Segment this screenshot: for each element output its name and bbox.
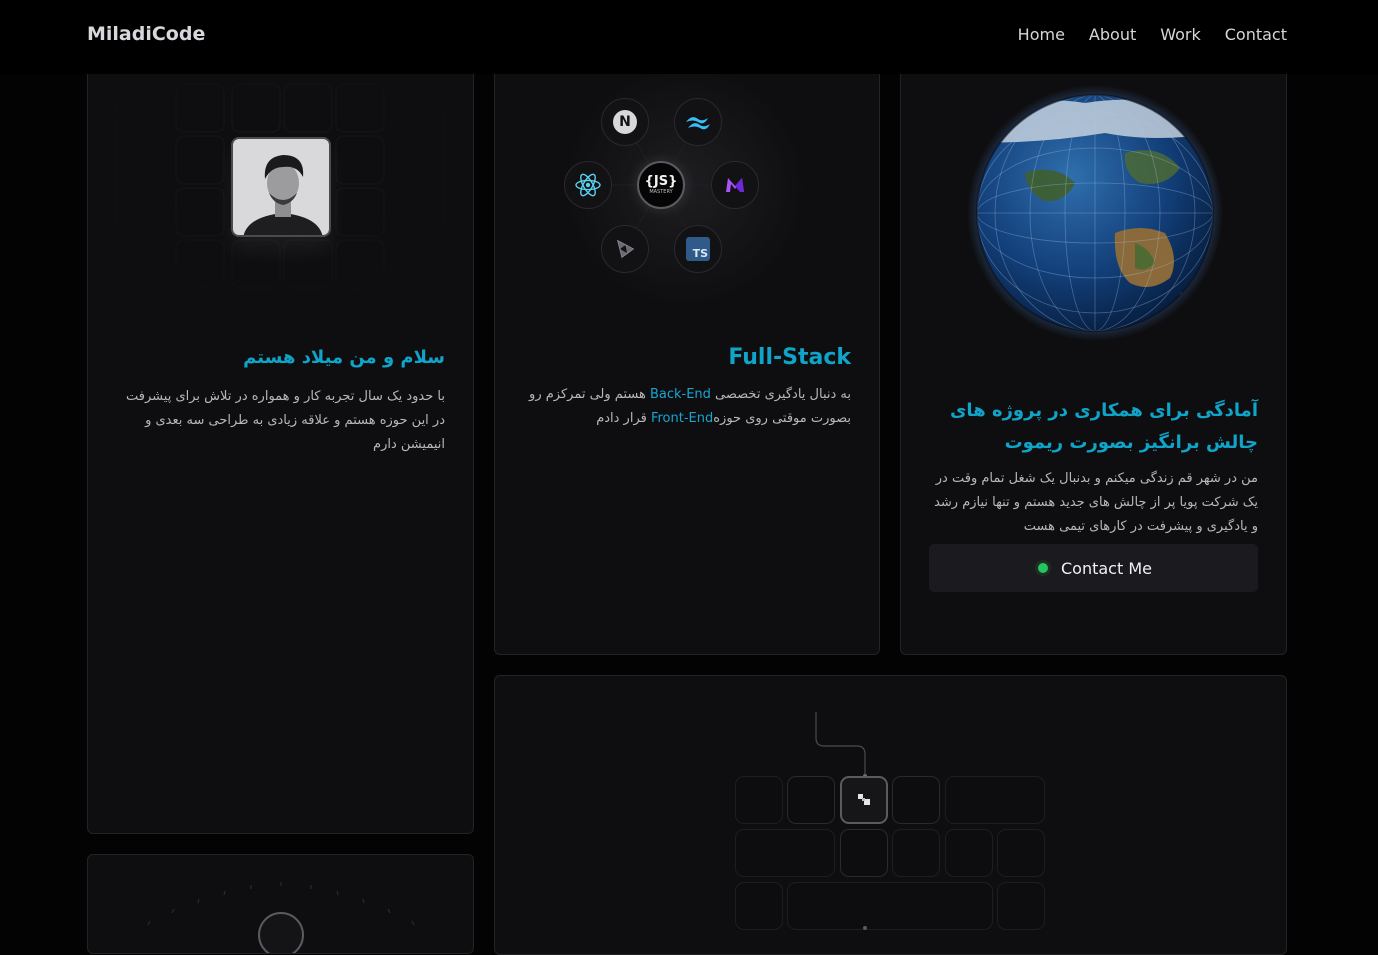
frontend-highlight: Front-End: [650, 411, 714, 426]
wire-connector: [815, 712, 867, 778]
jsmastery-icon: {JS} MASTERY: [637, 161, 685, 209]
stack-card: N {JS} MASTERY TS Full-Stack به دنبال یا…: [494, 20, 880, 655]
clock-card: [87, 854, 474, 954]
key-dot: [863, 926, 867, 930]
nav-links: Home About Work Contact: [1018, 25, 1287, 44]
nav-about-link[interactable]: About: [1089, 25, 1136, 44]
about-description: با حدود یک سال تجربه کار و همواره در تلا…: [126, 389, 445, 452]
avatar: [231, 137, 331, 237]
key-spacebar: [787, 882, 993, 930]
contact-me-label: Contact Me: [1061, 558, 1152, 578]
stack-title: Full-Stack: [728, 345, 851, 370]
react-icon: [564, 161, 612, 209]
site-logo[interactable]: MiladiCode: [87, 23, 205, 45]
key-active[interactable]: [840, 776, 888, 824]
key-wide: [735, 829, 835, 877]
key: [892, 776, 940, 824]
about-card: سلام و من میلاد هستم با حدود یک سال تجرب…: [87, 20, 474, 834]
key: [735, 776, 783, 824]
key: [840, 829, 888, 877]
remote-card: آمادگی برای همکاری در پروژه های چالش برا…: [900, 20, 1287, 655]
status-online-icon: [1035, 560, 1051, 576]
key: [945, 829, 993, 877]
nav-contact-link[interactable]: Contact: [1225, 25, 1287, 44]
top-navbar: MiladiCode Home About Work Contact: [0, 0, 1378, 74]
nextjs-icon: N: [601, 98, 649, 146]
contact-me-button[interactable]: Contact Me: [929, 544, 1258, 592]
nav-home-link[interactable]: Home: [1018, 25, 1065, 44]
pixel-logo-icon: [858, 794, 870, 805]
typescript-icon: TS: [674, 225, 722, 273]
remote-description: من در شهر قم زندگی میکنم و بدنبال یک شغل…: [934, 471, 1258, 534]
key: [997, 882, 1045, 930]
key: [997, 829, 1045, 877]
dial-ticks: [147, 882, 415, 953]
keyboard-card: [494, 675, 1287, 955]
stack-description: به دنبال یادگیری تخصصی Back-End هستم ولی…: [529, 387, 851, 426]
about-title: سلام و من میلاد هستم: [243, 347, 445, 368]
key-wide: [945, 776, 1045, 824]
threejs-icon: [601, 225, 649, 273]
key: [892, 829, 940, 877]
key: [735, 882, 783, 930]
key: [787, 776, 835, 824]
globe[interactable]: [965, 83, 1225, 343]
framer-icon: [711, 161, 759, 209]
backend-highlight: Back-End: [649, 387, 711, 402]
remote-title: آمادگی برای همکاری در پروژه های چالش برا…: [949, 400, 1258, 453]
nav-work-link[interactable]: Work: [1160, 25, 1201, 44]
tailwind-icon: [674, 98, 722, 146]
